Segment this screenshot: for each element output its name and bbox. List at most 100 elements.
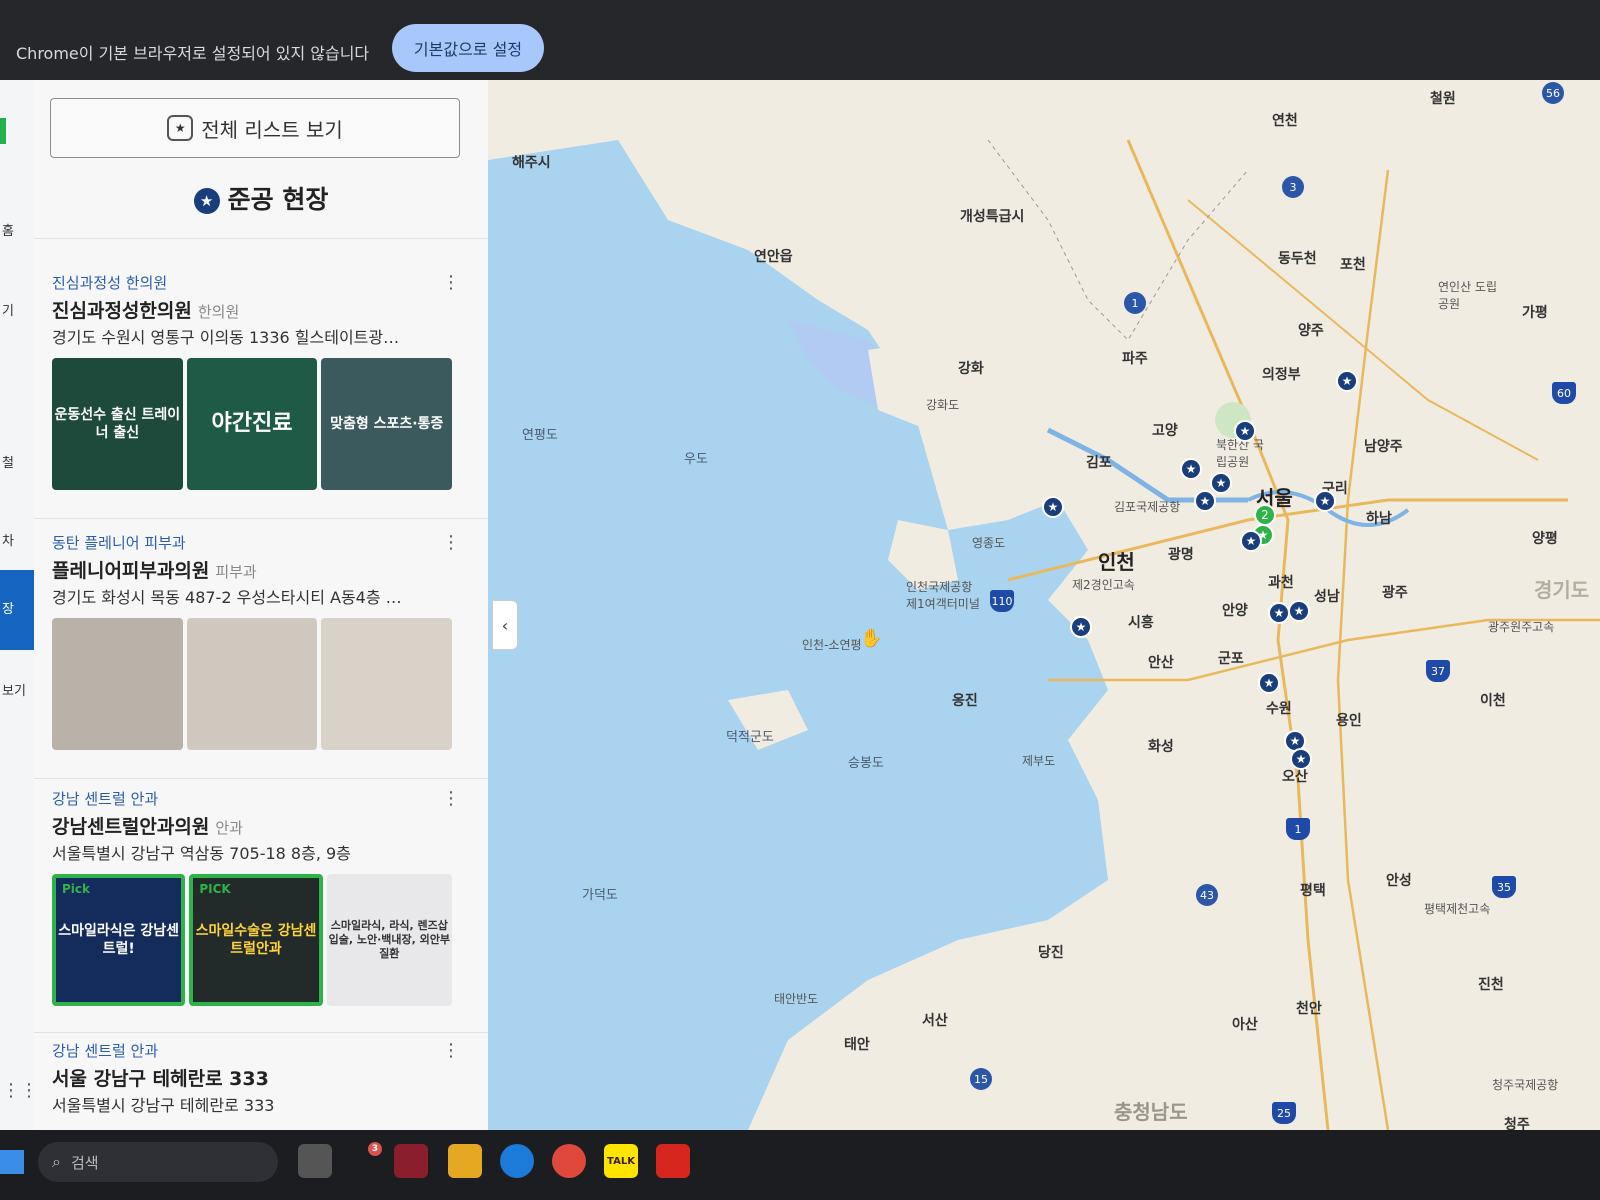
more-options-icon[interactable]: ⋮ — [442, 532, 460, 553]
map-label: 제부도 — [1022, 754, 1056, 768]
map-label: 인천 — [1098, 550, 1135, 574]
place-marker[interactable]: ★ — [1336, 370, 1358, 392]
sticky-notes-icon[interactable] — [394, 1144, 428, 1178]
place-category-link[interactable]: 진심과정성 한의원 — [52, 272, 167, 293]
task-view-icon[interactable] — [298, 1144, 332, 1178]
route-shield: 1 — [1124, 292, 1146, 314]
thumbnail-image[interactable]: 야간진료 — [186, 358, 318, 490]
view-full-list-button[interactable]: ★ 전체 리스트 보기 — [50, 98, 460, 158]
taskbar: ⌕ 검색 3 TALK — [0, 1130, 1600, 1200]
thumbnail-caption: 스마일수술은 강남센트럴안과 — [195, 922, 317, 957]
map-label: 수원 — [1266, 701, 1292, 717]
place-marker[interactable]: ★ — [1314, 490, 1336, 512]
map-label: 강화도 — [926, 398, 960, 412]
thumbnail-image[interactable]: PICK 스마일수술은 강남센트럴안과 — [189, 874, 323, 1006]
thumbnail-image[interactable]: Pick 스마일라식은 강남센트럴! — [52, 874, 186, 1006]
map-label: 광주 — [1382, 585, 1408, 601]
map-label: 이천 — [1480, 693, 1506, 709]
thumbnail-image[interactable] — [321, 618, 453, 750]
rail-item-3[interactable]: 철 — [0, 452, 32, 471]
list-item[interactable]: 강남 센트럴 안과 ⋮ 서울 강남구 테헤란로 333 서울특별시 강남구 테헤… — [34, 1040, 488, 1130]
pdf-icon[interactable] — [656, 1144, 690, 1178]
rail-item-view[interactable]: 보기 — [0, 680, 32, 699]
place-name[interactable]: 진심과정성한의원 한의원 — [52, 296, 239, 323]
route-shield: 3 — [1282, 176, 1304, 198]
edge-icon[interactable] — [500, 1144, 534, 1178]
place-category-link[interactable]: 강남 센트럴 안과 — [52, 788, 158, 809]
cluster-marker[interactable]: 2 — [1254, 504, 1276, 526]
map-label: 안성 — [1386, 873, 1412, 889]
map-base — [488, 139, 1600, 1130]
notification-badge: 3 — [368, 1142, 382, 1156]
place-marker[interactable]: ★ — [1042, 496, 1064, 518]
dmz-line — [987, 139, 1249, 341]
divider — [34, 1032, 488, 1033]
map-label: 남양주 — [1364, 439, 1403, 455]
more-options-icon[interactable]: ⋮ — [442, 272, 460, 293]
thumbnail-row: Pick 스마일라식은 강남센트럴! PICK 스마일수술은 강남센트럴안과 스마일… — [52, 874, 452, 1006]
more-options-icon[interactable]: ⋮ — [442, 1040, 460, 1061]
list-item[interactable]: 진심과정성 한의원 ⋮ 진심과정성한의원 한의원 경기도 수원시 영통구 이의동 … — [34, 272, 488, 522]
place-type: 안과 — [215, 819, 243, 837]
left-rail: 홈 기 철 차 장 보기 ⋮⋮ — [0, 80, 38, 1130]
place-name[interactable]: 플레니어피부과의원 피부과 — [52, 556, 257, 583]
place-marker[interactable]: ★ — [1070, 616, 1092, 638]
file-explorer-icon[interactable] — [448, 1144, 482, 1178]
place-category-link[interactable]: 동탄 플레니어 피부과 — [52, 532, 186, 553]
map-label: 옹진 — [952, 693, 978, 709]
place-marker[interactable]: ★ — [1268, 602, 1290, 624]
place-address: 경기도 수원시 영통구 이의동 1336 힐스테이트광… — [52, 328, 400, 347]
place-marker[interactable]: ★ — [1288, 600, 1310, 622]
place-name[interactable]: 서울 강남구 테헤란로 333 — [52, 1064, 269, 1091]
chrome-icon[interactable] — [552, 1144, 586, 1178]
pick-badge: Pick — [62, 882, 91, 896]
map-label: 용인 — [1336, 713, 1362, 729]
map-label: 화성 — [1148, 739, 1174, 755]
place-marker[interactable]: ★ — [1210, 472, 1232, 494]
taskbar-search-input[interactable]: ⌕ 검색 — [38, 1142, 278, 1182]
place-marker[interactable]: ★ — [1290, 748, 1312, 770]
collapse-panel-button[interactable]: ‹ — [492, 600, 518, 650]
map-label: 평택 — [1300, 883, 1326, 899]
map-label: 청주 — [1504, 1117, 1530, 1130]
view-full-list-label: 전체 리스트 보기 — [201, 117, 343, 142]
place-name[interactable]: 강남센트럴안과의원 안과 — [52, 812, 243, 839]
rail-item-4[interactable]: 차 — [0, 530, 32, 549]
rail-item-active[interactable]: 장 — [0, 570, 34, 650]
widgets-icon[interactable]: 3 — [350, 1142, 384, 1178]
list-item[interactable]: 동탄 플레니어 피부과 ⋮ 플레니어피부과의원 피부과 경기도 화성시 목동 48… — [34, 532, 488, 782]
list-item[interactable]: 강남 센트럴 안과 ⋮ 강남센트럴안과의원 안과 서울특별시 강남구 역삼동 70… — [34, 788, 488, 1038]
map-label: 영종도 — [972, 536, 1006, 550]
rail-item-2[interactable]: 기 — [0, 300, 32, 319]
thumbnail-image[interactable] — [52, 618, 183, 750]
place-marker[interactable]: ★ — [1234, 420, 1256, 442]
map-label: 광명 — [1168, 547, 1194, 563]
thumbnail-image[interactable]: 스마일라식, 라식, 렌즈삽입술, 노안·백내장, 외안부질환 — [326, 874, 452, 1006]
thumbnail-image[interactable]: 운동선수 출신 트레이너 출신 — [52, 358, 183, 490]
thumbnail-row: 운동선수 출신 트레이너 출신 야간진료 맞춤형 스포츠·통증 — [52, 358, 453, 490]
rail-indicator — [0, 118, 6, 144]
kakaotalk-icon[interactable]: TALK — [604, 1144, 638, 1178]
place-category-link[interactable]: 강남 센트럴 안과 — [52, 1040, 158, 1061]
highway-shield: 1 — [1286, 818, 1310, 840]
place-marker[interactable]: ★ — [1194, 490, 1216, 512]
more-options-icon[interactable]: ⋮ — [442, 788, 460, 809]
route-shield: 56 — [1542, 82, 1564, 104]
map-label: 김포국제공항 — [1114, 500, 1181, 514]
pick-badge: PICK — [199, 882, 231, 896]
rail-item-home[interactable]: 홈 — [0, 220, 32, 239]
set-default-button[interactable]: 기본값으로 설정 — [392, 24, 544, 72]
windows-start-icon[interactable] — [0, 1150, 24, 1174]
map-label: 해주시 — [512, 155, 551, 171]
place-marker[interactable]: ★ — [1240, 530, 1262, 552]
map-label: 우도 — [684, 452, 708, 467]
map-canvas[interactable]: 철원 연천 해주시 개성특급시 연안읍 동두천 포천 연인산 도립공원 가평 양… — [488, 80, 1600, 1130]
thumbnail-image[interactable] — [186, 618, 318, 750]
place-marker[interactable]: ★ — [1180, 458, 1202, 480]
place-name-text: 진심과정성한의원 — [52, 300, 192, 322]
place-marker[interactable]: ★ — [1258, 672, 1280, 694]
thumbnail-image[interactable]: 맞춤형 스포츠·통증 — [321, 358, 453, 490]
apps-grid-icon[interactable]: ⋮⋮ — [2, 1080, 38, 1101]
map-label: 청주국제공항 — [1492, 1078, 1559, 1092]
place-address: 서울특별시 강남구 테헤란로 333 — [52, 1096, 275, 1115]
